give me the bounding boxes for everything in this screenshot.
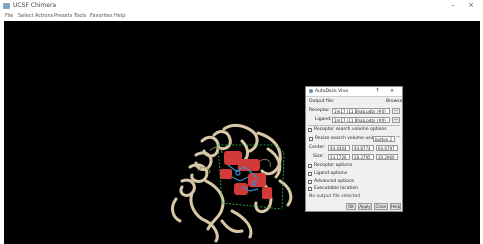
protein-ribbon-model (171, 123, 293, 243)
status-message: No output file selected (309, 194, 361, 199)
center-z-field[interactable]: 64.6797 (376, 145, 398, 151)
menu-file[interactable]: File (5, 12, 13, 21)
receptor-search-options-label: Receptor search volume options (314, 127, 387, 132)
help-button[interactable]: Help (390, 203, 401, 210)
menu-select[interactable]: Select (18, 12, 33, 21)
dialog-title: AutoDock Vina (315, 89, 349, 94)
menu-presets[interactable]: Presets (54, 12, 72, 21)
receptor-select[interactable]: 1m17 (11 Bhab.pdb) (#0) (332, 108, 390, 114)
advanced-options-toggle[interactable] (308, 180, 312, 184)
resize-checkbox[interactable] (309, 137, 313, 141)
receptor-menu-button[interactable]: — (392, 108, 400, 114)
chimera-app-icon (3, 3, 10, 9)
resize-label: Resize search volume using (315, 136, 378, 141)
browse-button[interactable]: Browse (386, 99, 402, 105)
center-y-field[interactable]: 44.8774 (352, 145, 374, 151)
title-bar: UCSF Chimera – × (0, 0, 483, 12)
apply-button[interactable]: Apply (358, 203, 372, 210)
output-file-label: Output file: (309, 99, 335, 104)
receptor-options-toggle[interactable] (308, 164, 312, 168)
dialog-title-bar[interactable]: AutoDock Vina ? × (306, 87, 402, 97)
receptor-options-label[interactable]: Receptor options (314, 163, 352, 169)
menu-help[interactable]: Help (114, 12, 125, 21)
size-z-field[interactable]: 20.2960 (376, 154, 398, 160)
center-label: Center: (309, 145, 326, 150)
executable-location-toggle[interactable] (308, 187, 312, 191)
dialog-help-icon[interactable]: ? (376, 87, 379, 96)
divider (308, 125, 400, 126)
menu-tools[interactable]: Tools (74, 12, 86, 21)
resize-button-select[interactable]: button 2 (373, 136, 395, 142)
graphics-viewer[interactable] (4, 21, 480, 244)
close-window-button[interactable]: × (465, 0, 477, 11)
window-title: UCSF Chimera (13, 2, 57, 9)
center-x-field[interactable]: 44.4404 (328, 145, 350, 151)
autodock-vina-dialog: AutoDock Vina ? × Output file: Browse Re… (305, 86, 403, 212)
menu-favorites[interactable]: Favorites (90, 12, 113, 21)
dialog-close-icon[interactable]: × (390, 87, 394, 96)
menu-actions[interactable]: Actions (35, 12, 53, 21)
ligand-select[interactable]: 1m17 (11 Bhab.pdb) (#0) (332, 117, 390, 123)
receptor-label: Receptor: (309, 108, 331, 113)
ligand-options-label[interactable]: Ligand options (314, 171, 347, 177)
close-button[interactable]: Close (374, 203, 388, 210)
size-label: Size: (313, 154, 324, 159)
size-y-field[interactable]: 28.3795 (352, 154, 374, 160)
ligand-menu-button[interactable]: — (392, 117, 400, 123)
size-x-field[interactable]: 23.1726 (328, 154, 350, 160)
resize-menu-icon[interactable]: — (396, 135, 401, 141)
ligand-label: Ligand: (315, 117, 332, 122)
executable-location-label[interactable]: Executable location (314, 186, 358, 192)
ok-button[interactable]: OK (346, 203, 356, 210)
menu-bar: File Select Actions Presets Tools Favori… (0, 12, 483, 21)
ligand-options-toggle[interactable] (308, 172, 312, 176)
advanced-options-label[interactable]: Advanced options (314, 179, 354, 185)
dialog-app-icon (309, 89, 313, 93)
minimize-button[interactable]: – (447, 0, 459, 11)
receptor-search-toggle[interactable] (308, 128, 312, 132)
